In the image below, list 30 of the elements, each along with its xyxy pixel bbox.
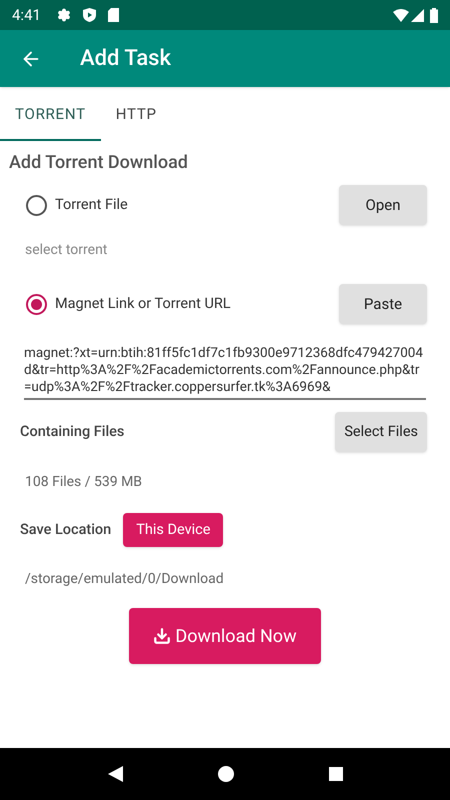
home-icon[interactable] [218,766,234,782]
open-button[interactable]: Open [339,185,427,225]
wifi-icon [393,8,409,22]
section-title: Add Torrent Download [8,151,189,175]
hint-text: select torrent [24,241,108,260]
signal-icon [411,8,424,22]
shield-icon [82,8,96,22]
radio-button[interactable] [26,294,47,314]
this-device-button[interactable]: This Device [123,513,224,547]
sd-card-icon [108,8,119,22]
tab[interactable]: HTTP [100,89,172,141]
files-summary: 108 Files / 539 MB [24,473,144,492]
tab[interactable]: TORRENT [0,89,101,141]
radio-label: Torrent File [55,195,129,216]
recents-icon[interactable] [328,767,342,781]
paste-button[interactable]: Paste [339,284,427,324]
clock: 4:41 [12,4,41,26]
download-icon [153,627,172,645]
radio-label: Magnet Link or Torrent URL [55,294,232,314]
save-path: /storage/emulated/0/Download [24,570,225,589]
battery-icon [430,8,438,22]
containing-files-label: Containing Files [20,422,126,442]
app-bar-title: Add Task [80,45,171,73]
magnet-field[interactable]: magnet:?xt=urn:btih:81ff5fc1df7c1fb9300e9712368dfc479427004d&tr=http%3A%2F%2Facademictorrents.com%2Fannounce.php&tr=udp%3A%2F%2Ftracker.coppersurfer.tk%3A6969& [24,345,426,400]
back-icon[interactable] [108,766,122,782]
select-files-button[interactable]: Select Files [335,412,427,452]
radio-button[interactable] [26,194,47,216]
download-now-button[interactable]: Download Now [129,608,321,664]
save-location-label: Save Location [20,520,112,540]
gear-icon [56,8,71,22]
